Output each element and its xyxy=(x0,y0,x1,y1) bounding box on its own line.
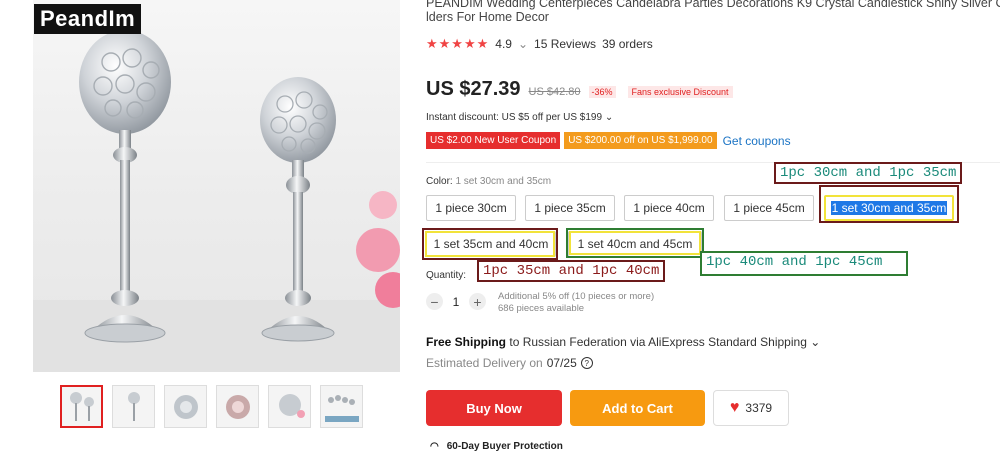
crystal-thumb-icon xyxy=(278,393,305,418)
candle-thumb-icon xyxy=(69,391,94,421)
orders-count: 39 orders xyxy=(602,37,653,51)
quantity-value[interactable]: 1 xyxy=(449,295,463,309)
buyer-protection: ◠ 60-Day Buyer Protection xyxy=(430,441,563,452)
product-title: PEANDIM Wedding Centerpieces Candelabra … xyxy=(426,0,1000,24)
color-selected-value: 1 set 30cm and 35cm xyxy=(455,176,552,187)
shield-icon: ◠ xyxy=(430,441,439,452)
price-row: US $27.39 US $42.80 -36% Fans exclusive … xyxy=(426,78,733,101)
annotation-note-35-40: 1pc 35cm and 1pc 40cm xyxy=(477,260,666,282)
thumbnail-1[interactable] xyxy=(60,385,103,428)
annotation-note-40-45: 1pc 40cm and 1pc 45cm xyxy=(700,251,908,276)
wishlist-count: 3379 xyxy=(745,401,773,415)
free-shipping-label: Free Shipping xyxy=(426,335,507,349)
annotation-note-30-35: 1pc 30cm and 1pc 35cm xyxy=(774,162,963,184)
candle-thumb-icon xyxy=(127,391,140,421)
product-title-line-2: lders For Home Decor xyxy=(426,10,549,24)
thumbnail-5[interactable] xyxy=(268,385,311,428)
thumbnail-4[interactable] xyxy=(216,385,259,428)
estimated-delivery-label: Estimated Delivery on xyxy=(426,356,543,370)
bulk-discount-note: Additional 5% off (10 pieces or more) xyxy=(498,291,655,302)
color-option-1-piece-45cm[interactable]: 1 piece 45cm xyxy=(724,195,814,221)
product-title-line-1: PEANDIM Wedding Centerpieces Candelabra … xyxy=(426,0,1000,10)
brand-logo: PeandIm xyxy=(34,4,142,34)
rating-row: ★★★★★ 4.9 ⌄ 15 Reviews 39 orders xyxy=(426,36,653,52)
fans-discount-badge: Fans exclusive Discount xyxy=(627,86,733,98)
estimated-delivery: Estimated Delivery on 07/25 ? xyxy=(426,356,593,370)
shipping-info[interactable]: Free Shipping to Russian Federation via … xyxy=(426,335,820,349)
chevron-down-icon: ⌄ xyxy=(810,335,821,349)
original-price: US $42.80 xyxy=(528,86,581,98)
candle-set-thumb-icon xyxy=(324,394,359,422)
instant-discount[interactable]: Instant discount: US $5 off per US $199 … xyxy=(426,112,613,123)
wishlist-button[interactable]: ♥ 3379 xyxy=(713,390,789,426)
main-product-image[interactable] xyxy=(33,0,400,372)
crystal-thumb-icon xyxy=(173,394,198,419)
help-icon[interactable]: ? xyxy=(580,357,593,369)
get-coupons-link[interactable]: Get coupons xyxy=(723,134,791,148)
star-rating-icon: ★★★★★ xyxy=(426,36,490,51)
annotation-frame-set-30-35 xyxy=(819,185,959,223)
color-label-text: Color: xyxy=(426,176,453,187)
decrease-quantity-button[interactable]: − xyxy=(426,293,443,310)
thumbnail-strip xyxy=(60,385,363,428)
crystal-thumb-icon xyxy=(225,394,250,419)
add-to-cart-button[interactable]: Add to Cart xyxy=(570,390,705,426)
reviews-link[interactable]: 15 Reviews xyxy=(534,37,596,51)
rating-dropdown-icon[interactable]: ⌄ xyxy=(518,37,528,51)
buy-now-button[interactable]: Buy Now xyxy=(426,390,562,426)
rating-value: 4.9 xyxy=(495,37,512,51)
candle-holders-illustration xyxy=(33,30,400,372)
annotation-frame-set-40-45-inner xyxy=(569,231,701,255)
chevron-down-icon: ⌄ xyxy=(604,112,614,123)
color-option-1-piece-30cm[interactable]: 1 piece 30cm xyxy=(426,195,516,221)
estimated-delivery-date: 07/25 xyxy=(546,356,577,370)
current-price: US $27.39 xyxy=(426,78,521,100)
thumbnail-3[interactable] xyxy=(164,385,207,428)
stock-available: 686 pieces available xyxy=(498,303,585,314)
color-option-1-piece-35cm[interactable]: 1 piece 35cm xyxy=(525,195,615,221)
increase-quantity-button[interactable]: + xyxy=(469,293,486,310)
coupon-row: US $2.00 New User Coupon US $200.00 off … xyxy=(426,132,791,149)
thumbnail-2[interactable] xyxy=(112,385,155,428)
heart-icon: ♥ xyxy=(729,399,740,416)
annotation-frame-set-35-40-inner xyxy=(425,231,555,257)
color-option-1-piece-40cm[interactable]: 1 piece 40cm xyxy=(624,195,714,221)
discount-badge: -36% xyxy=(588,86,616,98)
color-label: Color: 1 set 30cm and 35cm xyxy=(426,176,551,187)
instant-discount-text: Instant discount: US $5 off per US $199 xyxy=(426,112,603,123)
shipping-detail: to Russian Federation via AliExpress Sta… xyxy=(509,335,807,349)
new-user-coupon[interactable]: US $2.00 New User Coupon xyxy=(426,132,561,149)
store-coupon[interactable]: US $200.00 off on US $1,999.00 xyxy=(564,132,717,149)
thumbnail-6[interactable] xyxy=(320,385,363,428)
quantity-notes: Additional 5% off (10 pieces or more) 68… xyxy=(498,291,654,315)
buyer-protection-label: 60-Day Buyer Protection xyxy=(446,441,563,452)
quantity-label: Quantity: xyxy=(426,270,467,281)
quantity-stepper: − 1 + xyxy=(426,293,486,310)
